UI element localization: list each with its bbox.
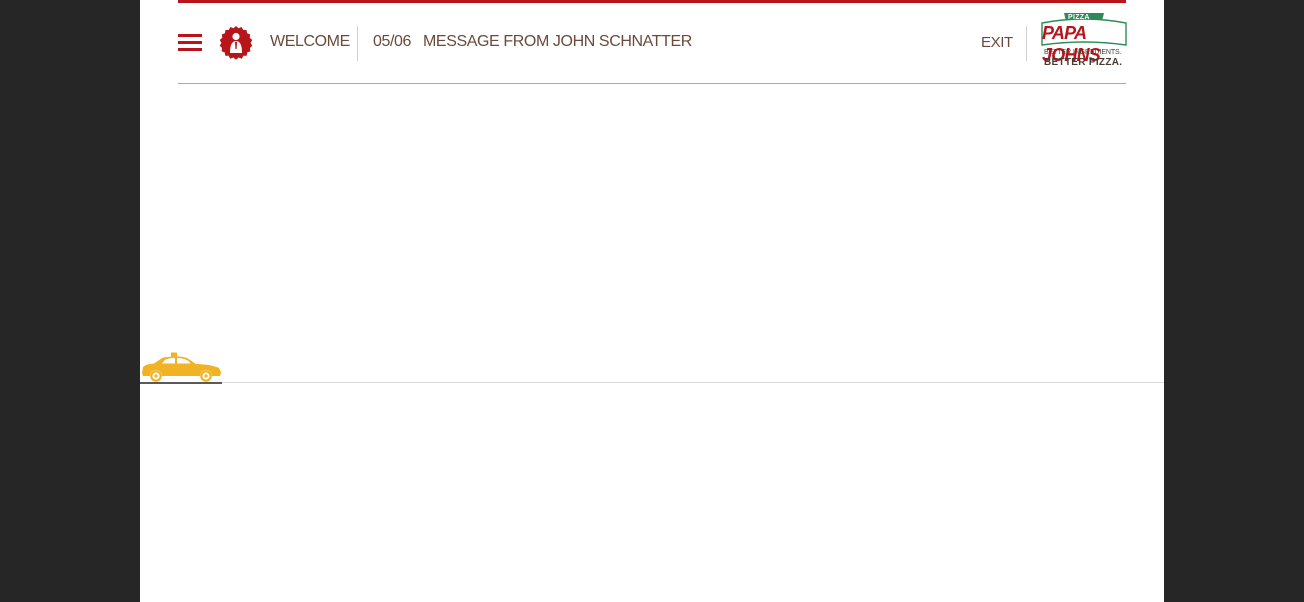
header-divider-line: [178, 83, 1126, 84]
content-page: WELCOME 05/06 MESSAGE FROM JOHN SCHNATTE…: [140, 0, 1164, 602]
chapter-number: 05/06: [373, 33, 412, 50]
logo-tagline-bold: BETTER PIZZA.: [1044, 57, 1123, 68]
road-line: [140, 382, 1164, 383]
logo-pizza-badge: PIZZA: [1068, 14, 1090, 21]
road-progress: [140, 382, 222, 384]
hamburger-menu-icon[interactable]: [178, 34, 202, 53]
chapter-title: MESSAGE FROM JOHN SCHNATTER: [423, 33, 692, 50]
header-divider: [1026, 26, 1027, 61]
founder-badge-icon[interactable]: [218, 25, 254, 61]
papa-johns-logo: PIZZA PAPA JOHNS BETTER INGREDIENTS. BET…: [1040, 13, 1128, 71]
header-divider: [357, 26, 358, 61]
course-header: WELCOME 05/06 MESSAGE FROM JOHN SCHNATTE…: [178, 3, 1128, 83]
logo-tagline: BETTER INGREDIENTS.: [1044, 49, 1122, 56]
taxi-car-icon: [142, 352, 221, 382]
welcome-link[interactable]: WELCOME: [270, 32, 350, 52]
exit-button[interactable]: EXIT: [981, 33, 1013, 53]
